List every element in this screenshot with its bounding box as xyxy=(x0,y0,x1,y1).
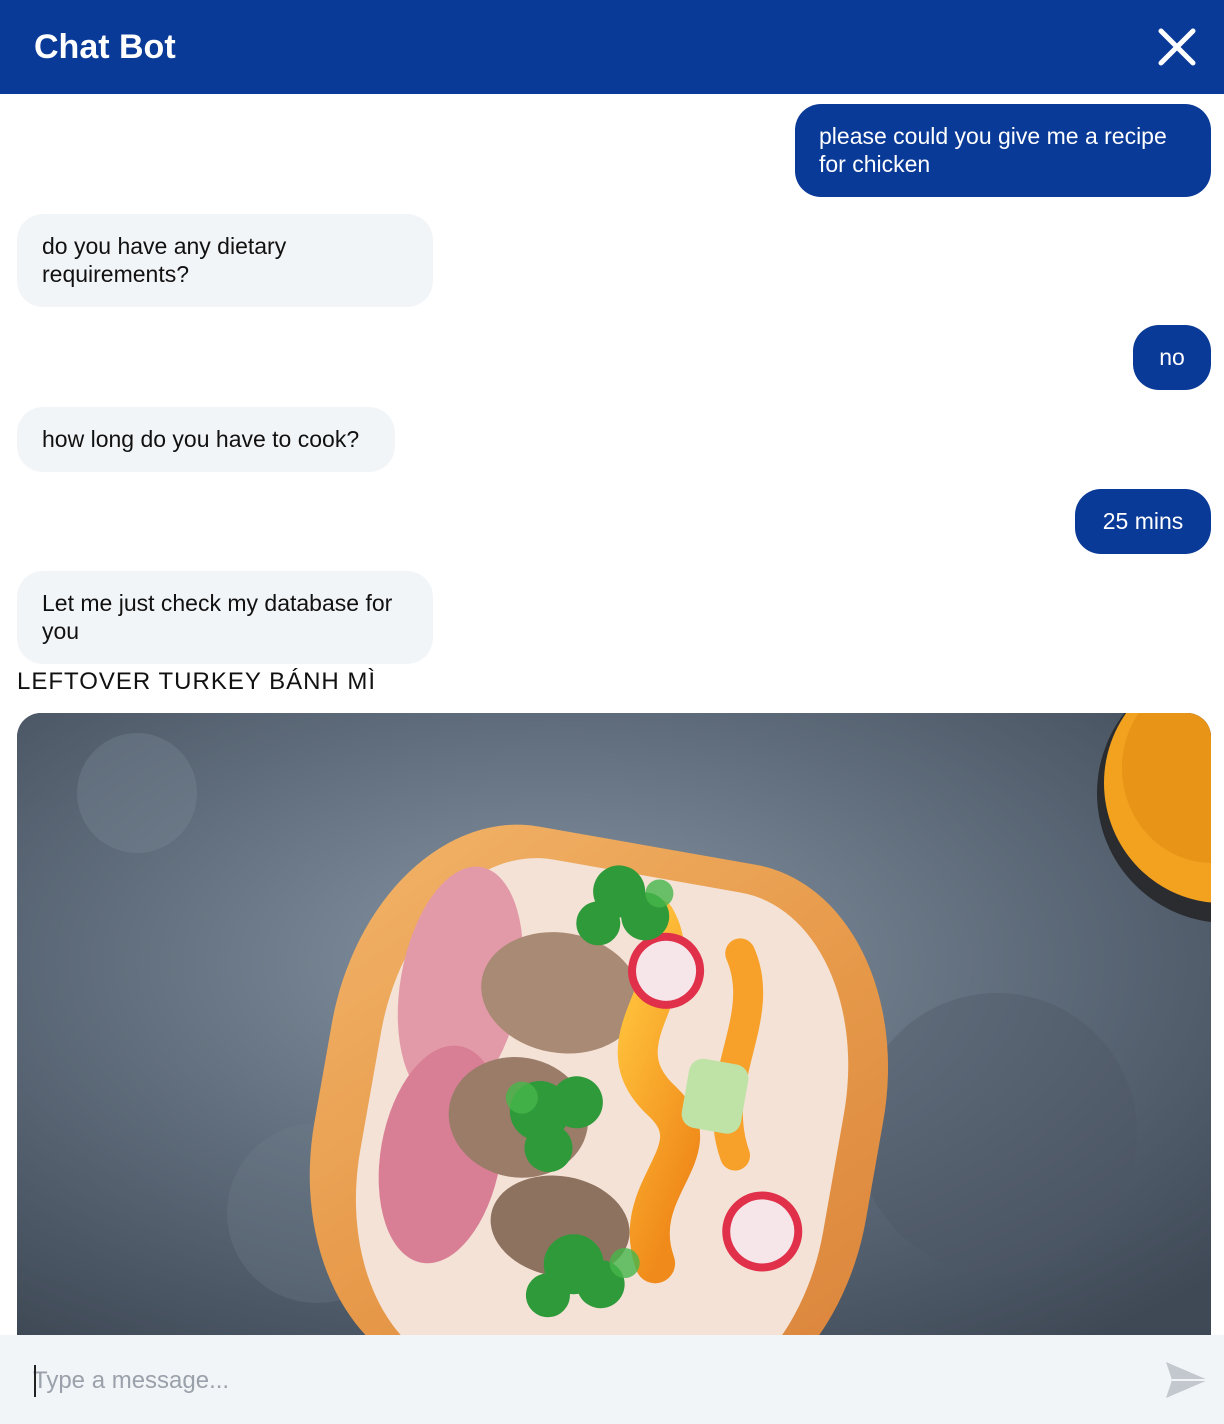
recipe-title: LEFTOVER TURKEY BÁNH MÌ xyxy=(17,668,377,695)
banh-mi-photo xyxy=(17,713,1211,1335)
bot-message: Let me just check my database for you xyxy=(17,571,433,664)
send-button[interactable] xyxy=(1164,1359,1210,1401)
close-icon xyxy=(1158,28,1196,66)
message-input[interactable] xyxy=(33,1359,1133,1403)
chat-header: Chat Bot xyxy=(0,0,1224,94)
message-composer xyxy=(0,1335,1224,1424)
send-icon xyxy=(1166,1362,1208,1398)
text-caret xyxy=(34,1365,36,1397)
bot-message: how long do you have to cook? xyxy=(17,407,395,472)
chat-title: Chat Bot xyxy=(34,28,176,66)
user-message: no xyxy=(1133,325,1211,390)
user-message: please could you give me a recipe for ch… xyxy=(795,104,1211,197)
recipe-image[interactable] xyxy=(17,713,1211,1335)
close-button[interactable] xyxy=(1156,26,1198,68)
user-message: 25 mins xyxy=(1075,489,1211,554)
bot-message: do you have any dietary requirements? xyxy=(17,214,433,307)
